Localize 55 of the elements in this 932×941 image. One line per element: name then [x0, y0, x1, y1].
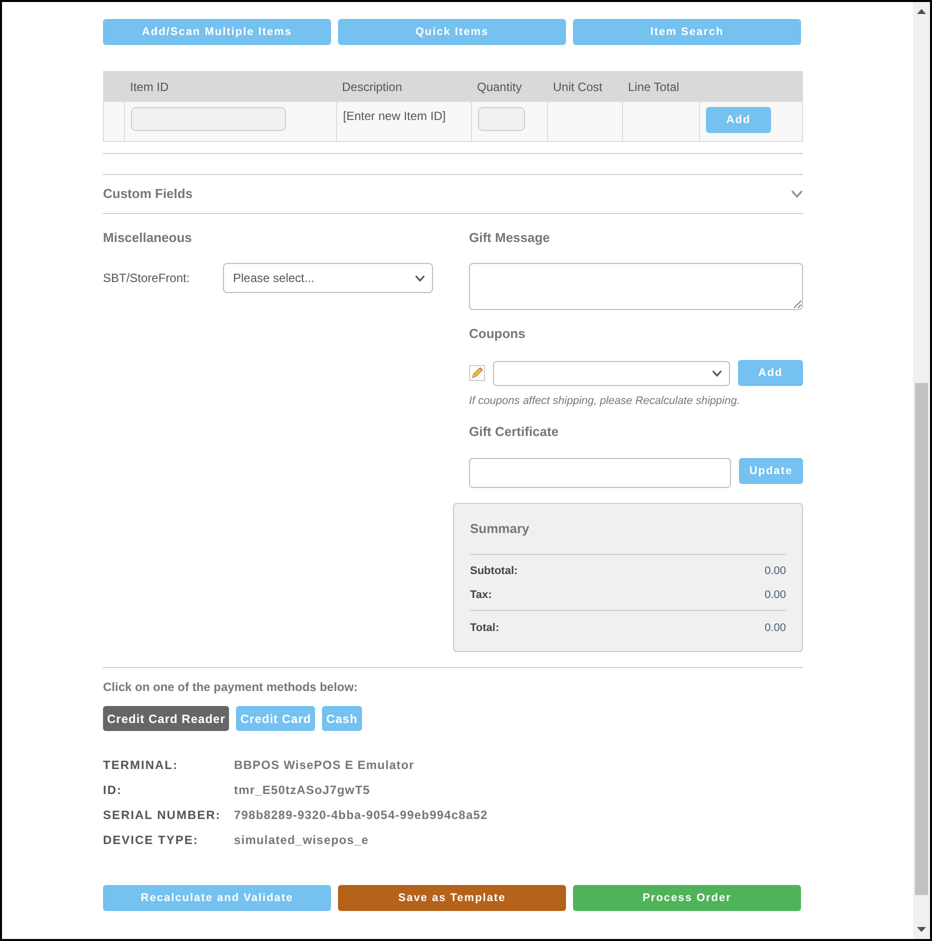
- arrow-down-icon[interactable]: [917, 927, 926, 932]
- column-header: Description: [342, 80, 402, 94]
- select-field[interactable]: Please select...: [223, 263, 433, 293]
- column-header: Line Total: [628, 80, 680, 94]
- item-action-button[interactable]: Quick Items: [338, 19, 566, 45]
- item-action-button[interactable]: Add/Scan Multiple Items: [103, 19, 331, 45]
- item-id-field[interactable]: [131, 107, 286, 131]
- add-coupon-button[interactable]: Add: [738, 360, 803, 386]
- payment-method-button[interactable]: Credit Card: [236, 706, 316, 731]
- summary-label: Tax:: [470, 588, 492, 603]
- table-cell: [Enter new Item ID]: [343, 108, 446, 124]
- section-title: Coupons: [469, 326, 526, 342]
- section-title: Gift Message: [469, 230, 551, 246]
- update-button[interactable]: Update: [739, 458, 803, 484]
- action-button[interactable]: Process Order: [573, 885, 801, 911]
- summary-label: Subtotal:: [470, 564, 518, 579]
- info-label: TERMINAL:: [103, 757, 179, 774]
- item-action-button[interactable]: Item Search: [573, 19, 801, 45]
- chevron-down-icon[interactable]: [791, 190, 803, 198]
- payment-prompt: Click on one of the payment methods below:: [103, 679, 359, 695]
- payment-method-button[interactable]: Cash: [322, 706, 362, 731]
- action-button[interactable]: Recalculate and Validate: [103, 885, 331, 911]
- summary-title: Summary: [470, 521, 530, 537]
- scrollbar-track[interactable]: [913, 2, 930, 939]
- action-button[interactable]: Save as Template: [338, 885, 566, 911]
- add-item-button[interactable]: Add: [706, 107, 771, 133]
- info-value: tmr_E50tzASoJ7gwT5: [234, 782, 372, 799]
- column-header: Item ID: [130, 80, 169, 94]
- field-label: SBT/StoreFront:: [103, 271, 191, 285]
- payment-method-button[interactable]: Credit Card Reader: [103, 706, 230, 731]
- info-value: simulated_wisepos_e: [234, 832, 370, 849]
- column-header: Quantity: [477, 80, 522, 94]
- arrow-up-icon[interactable]: [917, 9, 926, 14]
- section-title: Custom Fields: [103, 186, 193, 202]
- gift-certificate-field[interactable]: [469, 458, 731, 488]
- chevron-down-icon: [415, 274, 425, 282]
- column-header: Unit Cost: [553, 80, 602, 94]
- section-title: Gift Certificate: [469, 424, 560, 440]
- summary-value: 0.00: [764, 588, 786, 603]
- chevron-down-icon: [712, 370, 722, 376]
- gift-message-field[interactable]: [469, 263, 803, 310]
- scrollbar-thumb[interactable]: [915, 383, 928, 895]
- hint-text: If coupons affect shipping, please Recalculate shipping.: [469, 394, 741, 408]
- quantity-field[interactable]: [478, 107, 525, 131]
- info-value: 798b8289-9320-4bba-9054-99eb994c8a52: [234, 807, 488, 824]
- info-label: ID:: [103, 782, 123, 799]
- info-label: DEVICE TYPE:: [103, 832, 200, 849]
- coupon-select[interactable]: [493, 360, 730, 386]
- summary-value: 0.00: [764, 564, 786, 579]
- section-title: Miscellaneous: [103, 230, 193, 246]
- summary-value: 0.00: [764, 621, 786, 636]
- info-label: SERIAL NUMBER:: [103, 807, 222, 824]
- summary-label: Total:: [470, 621, 500, 636]
- info-value: BBPOS WisePOS E Emulator: [234, 757, 416, 774]
- pencil-icon[interactable]: [469, 365, 485, 381]
